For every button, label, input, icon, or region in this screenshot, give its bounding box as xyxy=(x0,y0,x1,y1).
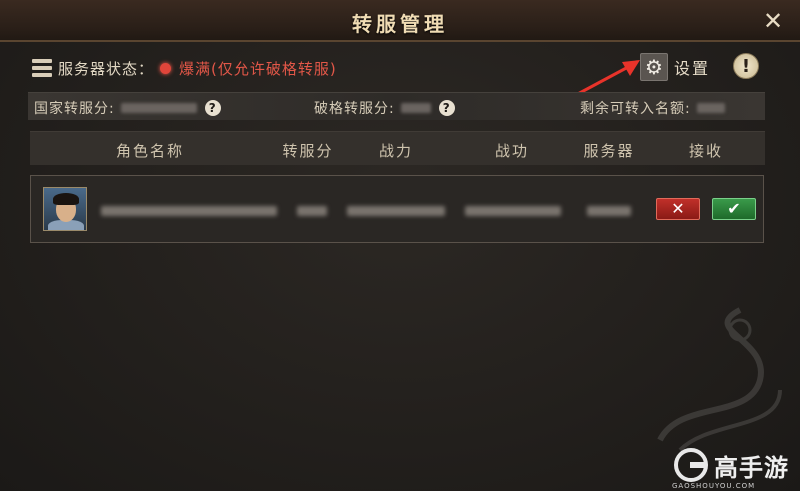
close-icon[interactable]: ✕ xyxy=(760,8,786,34)
reject-button[interactable]: ✕ xyxy=(656,198,700,220)
header-role-name: 角色名称 xyxy=(115,142,184,160)
watermark-url: GAOSHOUYOU.COM xyxy=(672,482,756,490)
header-transfer-points: 转服分 xyxy=(282,142,334,160)
transfer-points-redacted xyxy=(297,206,327,216)
header-server: 服务器 xyxy=(583,142,635,160)
gaoshouyou-logo-icon xyxy=(674,448,708,482)
server-redacted xyxy=(587,206,631,216)
remaining-quota-label: 剩余可转入名额: xyxy=(580,101,691,117)
settings-label: 设置 xyxy=(674,59,711,78)
special-points-value-redacted xyxy=(400,103,431,113)
status-dot-icon xyxy=(160,62,172,74)
remaining-quota: 剩余可转入名额: xyxy=(580,98,725,118)
accept-button[interactable]: ✔ xyxy=(712,198,756,220)
special-points: 破格转服分: ? xyxy=(314,98,455,118)
table-header: 角色名称 转服分 战力 战功 服务器 接收 xyxy=(30,131,765,165)
header-merits: 战功 xyxy=(494,142,529,160)
special-points-help-icon[interactable]: ? xyxy=(438,100,455,116)
settings-button[interactable]: ⚙ 设置 xyxy=(640,53,710,81)
dragon-decoration xyxy=(657,307,782,452)
national-points-label: 国家转服分: xyxy=(34,101,115,117)
server-icon xyxy=(32,59,52,77)
role-name-redacted xyxy=(101,206,277,216)
window-title: 转服管理 xyxy=(352,12,448,36)
title-bar: 转服管理 ✕ xyxy=(0,0,800,42)
merits-redacted xyxy=(465,206,561,216)
transfer-management-window: 转服管理 ✕ 服务器状态： 爆满(仅允许破格转服) ⚙ 设置 ! 国家转服分: … xyxy=(0,0,800,491)
national-points: 国家转服分: ? xyxy=(34,98,221,118)
server-status-row: 服务器状态： 爆满(仅允许破格转服) xyxy=(32,56,337,80)
header-combat-power: 战力 xyxy=(378,142,413,160)
national-points-value-redacted xyxy=(120,103,197,113)
site-watermark: 高手游 GAOSHOUYOU.COM xyxy=(668,446,798,490)
gear-icon: ⚙ xyxy=(640,53,668,81)
watermark-name: 高手游 xyxy=(714,454,789,482)
remaining-quota-value-redacted xyxy=(696,103,725,113)
combat-power-redacted xyxy=(347,206,445,216)
table-row: ✕ ✔ xyxy=(30,175,764,243)
special-points-label: 破格转服分: xyxy=(314,101,395,117)
server-status-label: 服务器状态： xyxy=(58,59,155,78)
transfer-points-bar: 国家转服分: ? 破格转服分: ? 剩余可转入名额: xyxy=(28,92,765,120)
avatar xyxy=(43,187,87,231)
national-points-help-icon[interactable]: ? xyxy=(204,100,221,116)
server-status-value: 爆满(仅允许破格转服) xyxy=(179,59,337,78)
header-accept: 接收 xyxy=(688,142,723,160)
info-icon[interactable]: ! xyxy=(733,53,759,79)
